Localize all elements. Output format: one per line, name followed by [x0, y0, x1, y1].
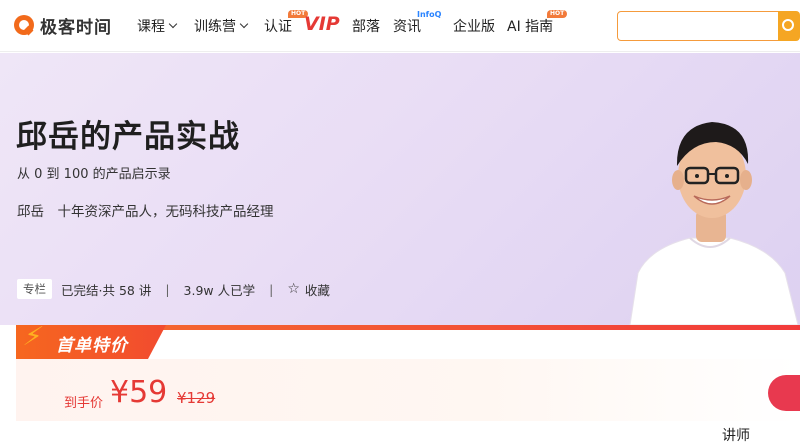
- nav-news[interactable]: 资讯: [393, 16, 421, 36]
- buy-button[interactable]: [768, 375, 800, 411]
- nav-bootcamp[interactable]: 训练营: [194, 16, 249, 36]
- divider: |: [269, 281, 274, 297]
- logo-icon: [14, 15, 34, 35]
- course-type-tag: 专栏: [17, 279, 52, 299]
- course-meta: 专栏 已完结·共 58 讲 | 3.9w 人已学 | ☆ 收藏: [17, 279, 330, 299]
- sale-price: ¥59: [110, 375, 168, 410]
- nav-courses[interactable]: 课程: [137, 16, 178, 36]
- nav-tribe[interactable]: 部落: [352, 16, 380, 36]
- nav-certification-label: 认证: [264, 19, 292, 35]
- site-logo[interactable]: 极客时间: [14, 13, 112, 38]
- favorite-button[interactable]: ☆ 收藏: [287, 280, 330, 299]
- divider: |: [165, 281, 170, 297]
- course-subtitle: 从 0 到 100 的产品启示录: [17, 167, 171, 182]
- course-author: 邱岳 十年资深产品人，无码科技产品经理: [17, 204, 274, 220]
- infoq-badge: InfoQ: [417, 10, 442, 19]
- search-button[interactable]: [778, 11, 800, 41]
- hot-badge: HOT: [547, 10, 568, 18]
- top-nav: 极客时间 课程 训练营 认证 HOT VIP 部落 资讯 InfoQ 企业版 A…: [0, 0, 800, 52]
- logo-text: 极客时间: [40, 17, 112, 38]
- nav-tribe-label: 部落: [352, 19, 380, 35]
- promo-title: 首单特价: [56, 336, 128, 356]
- nav-courses-label: 课程: [137, 19, 165, 35]
- favorite-label: 收藏: [304, 282, 330, 298]
- chevron-down-icon: [239, 19, 249, 29]
- course-hero: 邱岳的产品实战 从 0 到 100 的产品启示录 邱岳 十年资深产品人，无码科技…: [0, 53, 800, 325]
- nav-ai-guide[interactable]: AI 指南: [507, 16, 553, 36]
- tab-lecturer[interactable]: 讲师: [722, 425, 750, 445]
- nav-enterprise-label: 企业版: [453, 19, 495, 35]
- original-price: ¥129: [177, 389, 216, 407]
- course-title: 邱岳的产品实战: [16, 119, 240, 155]
- learner-count: 3.9w 人已学: [183, 282, 256, 298]
- nav-bootcamp-label: 训练营: [194, 19, 236, 35]
- nav-news-label: 资讯: [393, 19, 421, 35]
- instructor-photo: [629, 122, 799, 325]
- star-icon: ☆: [287, 281, 300, 297]
- chevron-down-icon: [168, 19, 178, 29]
- course-status: 已完结·共 58 讲: [61, 282, 152, 298]
- nav-vip[interactable]: VIP: [304, 13, 340, 35]
- nav-enterprise[interactable]: 企业版: [453, 16, 495, 36]
- search-input[interactable]: [617, 11, 792, 41]
- price-label: 到手价: [64, 396, 104, 411]
- nav-certification[interactable]: 认证: [264, 16, 292, 36]
- nav-ai-guide-label: AI 指南: [507, 19, 554, 35]
